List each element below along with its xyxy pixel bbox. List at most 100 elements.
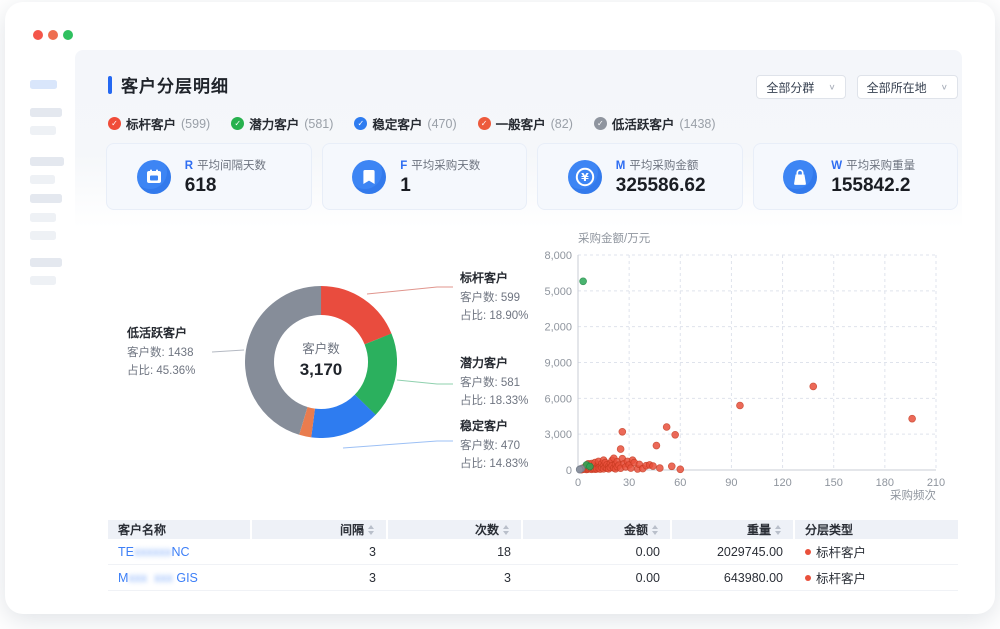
cell-amount: 0.00 bbox=[523, 565, 672, 590]
name-prefix: M bbox=[118, 571, 128, 585]
sidebar-skeleton-bar bbox=[30, 258, 62, 267]
stat-label-text: 平均间隔天数 bbox=[197, 160, 266, 172]
callout-name: 低活跃客户 bbox=[127, 324, 237, 341]
scatter-point-标杆客户 bbox=[737, 402, 744, 409]
leader-line bbox=[343, 441, 453, 448]
close-icon[interactable] bbox=[33, 30, 43, 40]
column-header-label: 间隔 bbox=[340, 521, 364, 538]
stat-letter: R bbox=[185, 160, 193, 172]
stat-label-text: 平均采购重量 bbox=[846, 160, 915, 172]
stat-label-text: 平均采购金额 bbox=[629, 160, 698, 172]
y-tick-label: 12,000 bbox=[545, 322, 572, 334]
cell-segment-type: 标杆客户 bbox=[795, 539, 958, 564]
panel-header: 客户分层明细 bbox=[108, 72, 229, 97]
legend-label: 标杆客户 bbox=[126, 114, 176, 133]
sort-up-caret bbox=[652, 525, 658, 529]
minimize-icon[interactable] bbox=[48, 30, 58, 40]
stat-texts: W平均采购重量155842.2 bbox=[831, 157, 927, 197]
fullscreen-icon[interactable] bbox=[63, 30, 73, 40]
legend-item-2[interactable]: ✓稳定客户(470) bbox=[354, 114, 456, 133]
x-tick-label: 210 bbox=[927, 477, 945, 489]
y-tick-label: 15,000 bbox=[545, 286, 572, 298]
sort-icon[interactable] bbox=[652, 525, 658, 535]
sort-up-caret bbox=[775, 525, 781, 529]
sort-icon[interactable] bbox=[368, 525, 374, 535]
segment-type-label: 标杆客户 bbox=[816, 542, 866, 561]
check-circle-icon: ✓ bbox=[594, 117, 607, 130]
stat-label: R 平均间隔天数 bbox=[185, 157, 281, 173]
scatter-point-潜力客户 bbox=[587, 463, 594, 470]
legend-item-4[interactable]: ✓低活跃客户(1438) bbox=[594, 114, 716, 133]
sidebar-skeleton-bar bbox=[30, 231, 56, 240]
name-redacted: xxx xxx bbox=[128, 571, 176, 585]
sort-down-caret bbox=[368, 531, 374, 535]
legend-item-0[interactable]: ✓标杆客户(599) bbox=[108, 114, 210, 133]
sidebar-skeleton-bar bbox=[30, 108, 62, 117]
customer-table: 客户名称间隔次数金额重量分层类型 TExxxxxxNC3180.00202974… bbox=[108, 520, 958, 591]
column-header-重量[interactable]: 重量 bbox=[672, 520, 795, 539]
x-tick-label: 150 bbox=[825, 477, 843, 489]
y-tick-label: 18,000 bbox=[545, 250, 572, 262]
filter-dropdown-location[interactable]: 全部所在地 ∨ bbox=[857, 75, 958, 99]
stat-value: 618 bbox=[185, 175, 281, 197]
scatter-point-潜力客户 bbox=[580, 278, 587, 285]
sidebar-skeleton-bar bbox=[30, 194, 62, 203]
customer-name-link[interactable]: Mxxx xxx GIS bbox=[118, 571, 198, 585]
column-header-label: 金额 bbox=[624, 521, 648, 538]
stat-value: 155842.2 bbox=[831, 175, 927, 197]
svg-text:¥: ¥ bbox=[581, 171, 589, 184]
scatter-point-低活跃客户 bbox=[576, 466, 583, 473]
cell-times: 3 bbox=[388, 565, 523, 590]
segment-dot-icon bbox=[805, 549, 811, 555]
column-header-间隔[interactable]: 间隔 bbox=[252, 520, 388, 539]
column-header-次数[interactable]: 次数 bbox=[388, 520, 523, 539]
chevron-down-icon: ∨ bbox=[941, 83, 948, 92]
name-suffix: GIS bbox=[176, 571, 198, 585]
x-tick-label: 0 bbox=[575, 477, 581, 489]
name-redacted: xxxxxx bbox=[134, 545, 172, 559]
leader-line bbox=[397, 380, 453, 384]
cell-amount: 0.00 bbox=[523, 539, 672, 564]
stat-texts: R 平均间隔天数 618 bbox=[185, 157, 281, 197]
callout-pct: 占比: 45.36% bbox=[127, 362, 237, 378]
stat-label-text: 平均采购天数 bbox=[411, 160, 480, 172]
legend-item-3[interactable]: ✓一般客户(82) bbox=[478, 114, 573, 133]
sort-icon[interactable] bbox=[775, 525, 781, 535]
cell-times: 18 bbox=[388, 539, 523, 564]
scatter-point-标杆客户 bbox=[650, 463, 657, 470]
y-tick-label: 9,000 bbox=[545, 358, 572, 370]
filter-label: 全部所在地 bbox=[867, 79, 927, 96]
scatter-point-标杆客户 bbox=[656, 465, 663, 472]
sort-down-caret bbox=[775, 531, 781, 535]
callout-count: 客户数: 1438 bbox=[127, 344, 237, 360]
sort-up-caret bbox=[503, 525, 509, 529]
legend-item-1[interactable]: ✓潜力客户(581) bbox=[231, 114, 333, 133]
name-suffix: NC bbox=[171, 545, 189, 559]
stat-value: 1 bbox=[400, 175, 496, 197]
donut-center-value: 3,170 bbox=[245, 360, 397, 380]
cell-customer-name: Mxxx xxx GIS bbox=[108, 565, 252, 590]
sort-down-caret bbox=[652, 531, 658, 535]
check-circle-icon: ✓ bbox=[478, 117, 491, 130]
scatter-point-标杆客户 bbox=[663, 424, 670, 431]
scatter-point-标杆客户 bbox=[810, 383, 817, 390]
sidebar-skeleton-bar bbox=[30, 175, 55, 184]
check-circle-icon: ✓ bbox=[354, 117, 367, 130]
calendar-icon bbox=[137, 160, 171, 194]
scatter-point-标杆客户 bbox=[677, 466, 684, 473]
column-header-金额[interactable]: 金额 bbox=[523, 520, 672, 539]
donut-callout-低活跃客户: 低活跃客户客户数: 1438 占比: 45.36% bbox=[127, 324, 237, 378]
filter-label: 全部分群 bbox=[766, 79, 814, 96]
segment-type-label: 标杆客户 bbox=[816, 568, 866, 587]
sort-icon[interactable] bbox=[503, 525, 509, 535]
scatter-point-标杆客户 bbox=[619, 428, 626, 435]
stat-value: 325586.62 bbox=[616, 175, 712, 197]
stat-texts: F平均采购天数1 bbox=[400, 157, 496, 197]
customer-name-link[interactable]: TExxxxxxNC bbox=[118, 545, 190, 559]
filter-dropdown-segment[interactable]: 全部分群∨ bbox=[756, 75, 845, 99]
scatter-point-标杆客户 bbox=[617, 446, 624, 453]
legend-label: 潜力客户 bbox=[249, 114, 299, 133]
x-tick-label: 30 bbox=[623, 477, 635, 489]
cell-weight: 2029745.00 bbox=[672, 539, 795, 564]
column-header-客户名称: 客户名称 bbox=[108, 520, 252, 539]
